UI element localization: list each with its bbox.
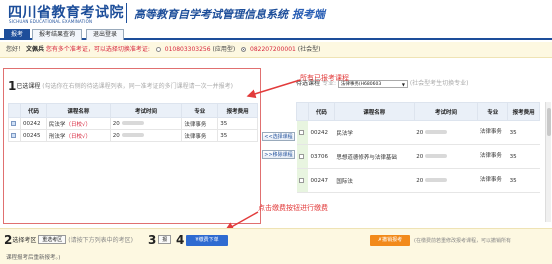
step-number-4: 4: [176, 233, 185, 247]
revoke-hint: (在缴费前若重修改报考课程，可以撤销所有: [414, 238, 511, 244]
action-bar: 2选择考区 重选考区 (请按下方列表中的考区) 3 报 4 ¥缴费下单 ✗撤销报…: [0, 228, 552, 264]
annotation-arrows: [224, 79, 301, 231]
step-2-label: 选择考区: [12, 237, 37, 244]
annotation-pay-hint: 点击缴费按钮进行缴费: [258, 204, 328, 212]
step-2-hint: (请按下方列表中的考区): [68, 237, 133, 244]
step-3: 3 报: [148, 233, 172, 247]
step-number-3: 3: [148, 233, 157, 247]
bottom-note: 课程报考后重新报考。): [6, 255, 61, 261]
annotation-all-courses: 所有已报考课程: [300, 74, 349, 82]
submit-register-button[interactable]: 报: [158, 235, 172, 244]
arrow-to-selected: [246, 79, 301, 99]
revoke-register-button[interactable]: ✗撤销报考: [370, 235, 410, 246]
step-4: 4: [176, 233, 184, 247]
pay-order-button[interactable]: ¥缴费下单: [186, 235, 228, 246]
reselect-area-button[interactable]: 重选考区: [38, 235, 67, 244]
step-2: 2选择考区 重选考区 (请按下方列表中的考区): [4, 233, 133, 247]
